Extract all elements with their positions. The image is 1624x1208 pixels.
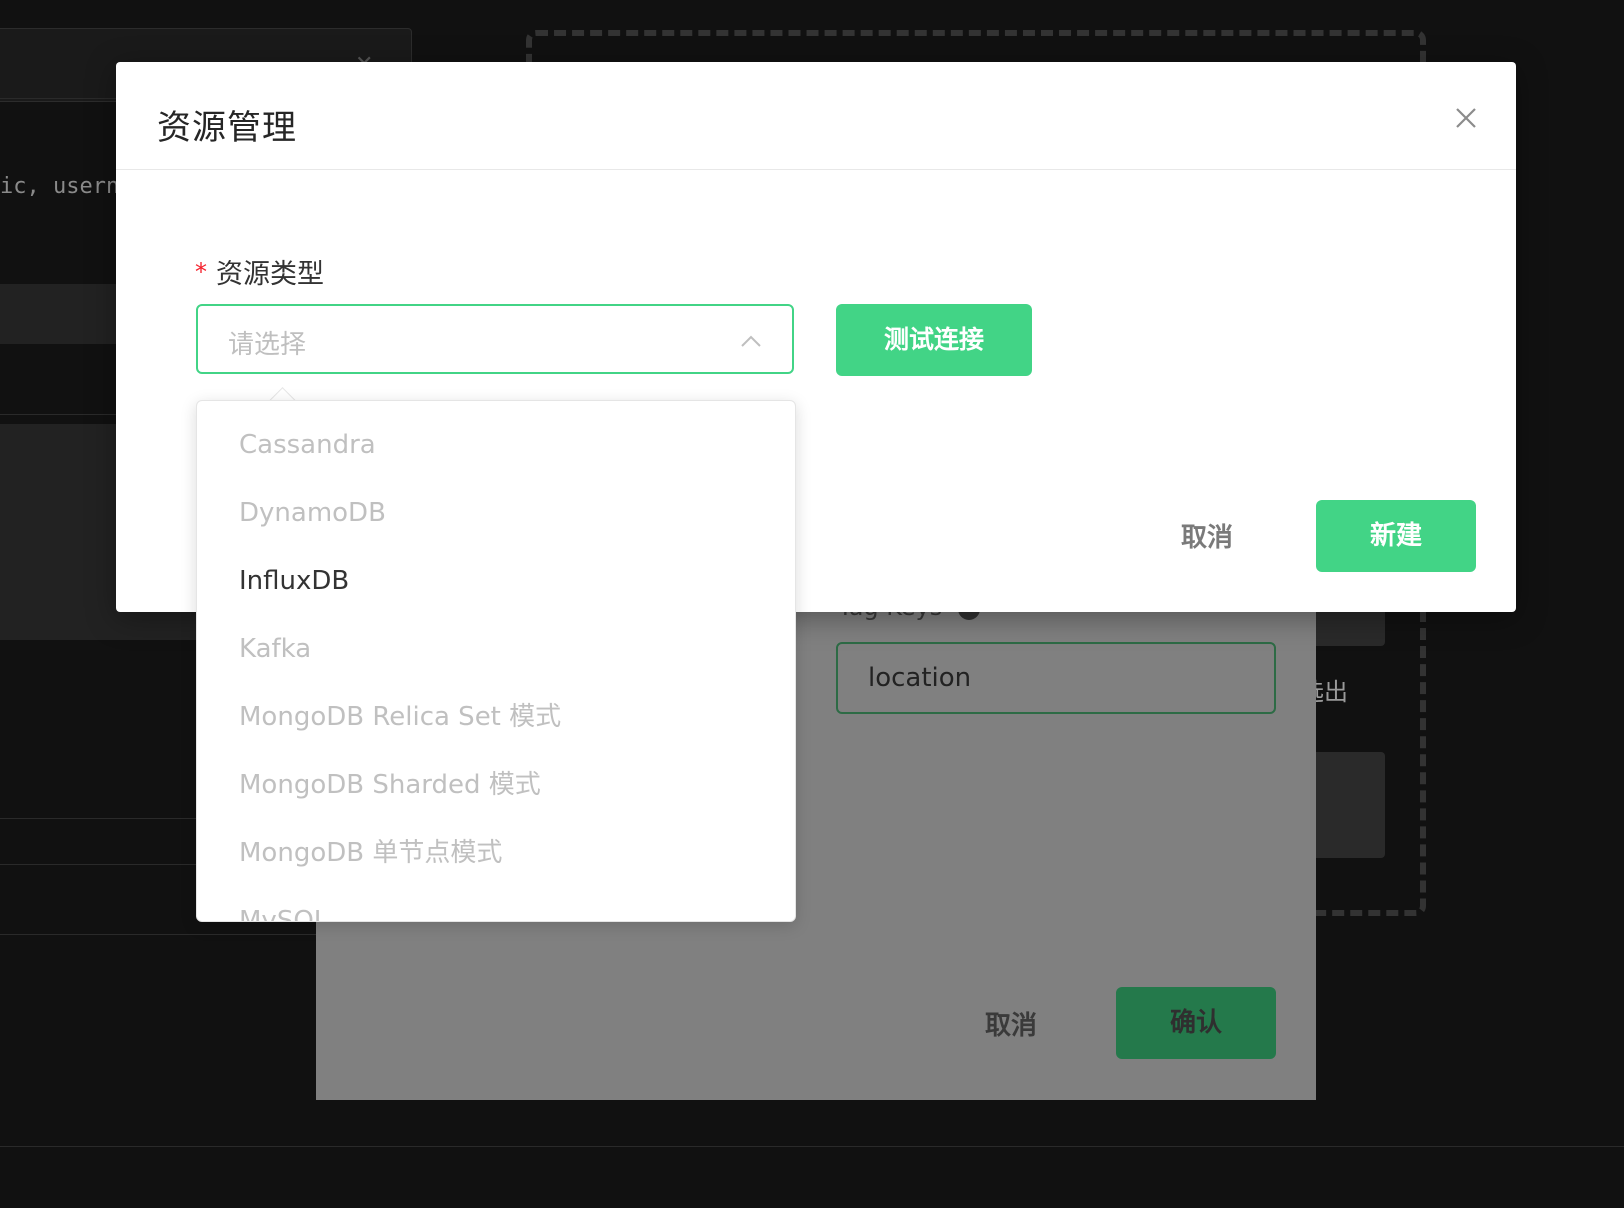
background-divider	[0, 934, 320, 935]
chevron-up-icon	[741, 335, 761, 347]
dropdown-option-dynamodb[interactable]: DynamoDB	[197, 479, 795, 547]
resource-type-select[interactable]: 请选择	[196, 304, 794, 374]
dropdown-option-mysql[interactable]: MySQL	[197, 887, 795, 921]
modal-title: 资源管理	[157, 108, 297, 148]
select-placeholder: 请选择	[228, 330, 307, 360]
cancel-button[interactable]: 取消	[1181, 517, 1233, 554]
close-icon[interactable]	[1448, 100, 1484, 136]
underlying-confirm-button: 确认	[1116, 987, 1276, 1059]
background-divider	[0, 414, 116, 415]
dropdown-option-mongodb-replica-set[interactable]: MongoDB Relica Set 模式	[197, 683, 795, 751]
dropdown-option-mongodb-sharded[interactable]: MongoDB Sharded 模式	[197, 751, 795, 819]
dropdown-option-cassandra[interactable]: Cassandra	[197, 411, 795, 479]
background-divider	[0, 1146, 1624, 1147]
resource-type-label: 资源类型	[216, 259, 324, 290]
resource-type-dropdown[interactable]: Cassandra DynamoDB InfluxDB Kafka MongoD…	[196, 400, 796, 922]
dropdown-option-kafka[interactable]: Kafka	[197, 615, 795, 683]
background-divider	[0, 864, 200, 865]
dropdown-option-mongodb-single-node[interactable]: MongoDB 单节点模式	[197, 819, 795, 887]
test-connection-button[interactable]: 测试连接	[836, 304, 1032, 376]
background-block	[0, 284, 116, 344]
modal-header: 资源管理	[116, 62, 1516, 170]
required-mark: *	[195, 258, 207, 286]
background-code-text: ic, usern	[0, 174, 120, 199]
dropdown-list: Cassandra DynamoDB InfluxDB Kafka MongoD…	[197, 401, 795, 921]
underlying-cancel-button: 取消	[985, 1011, 1038, 1041]
tag-keys-input: location	[836, 642, 1276, 714]
dropdown-option-influxdb[interactable]: InfluxDB	[197, 547, 795, 615]
background-divider	[0, 818, 200, 819]
create-button[interactable]: 新建	[1316, 500, 1476, 572]
background-divider	[0, 98, 116, 99]
